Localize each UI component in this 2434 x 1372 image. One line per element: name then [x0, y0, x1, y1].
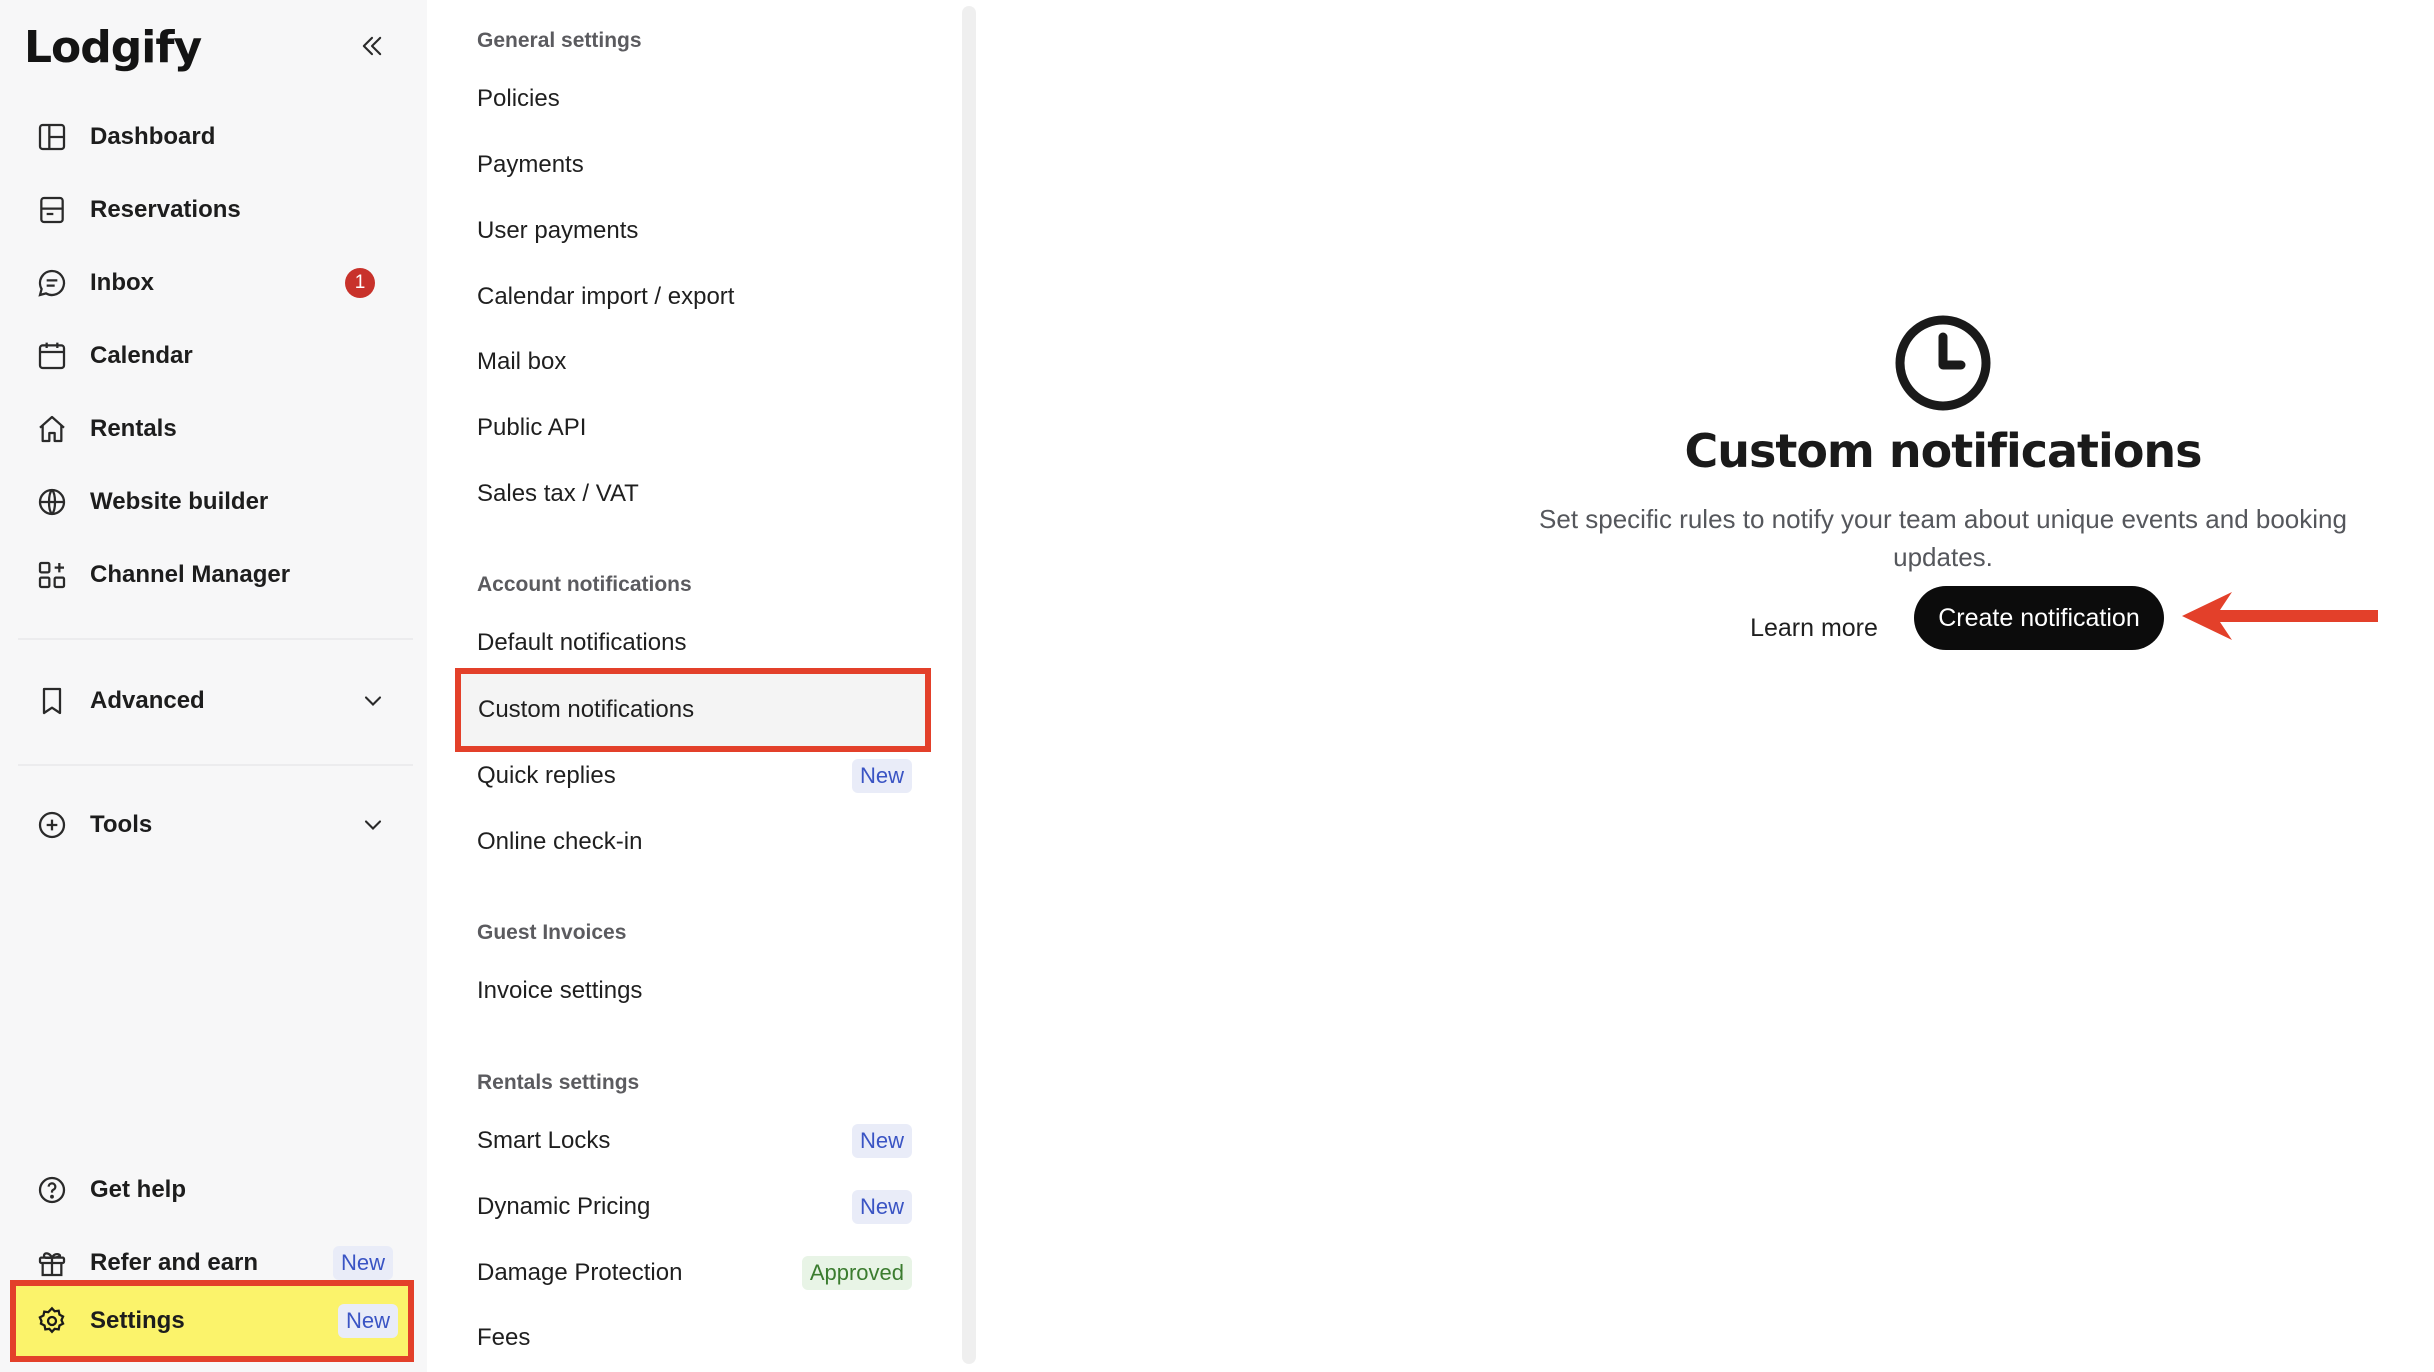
chat-icon [34, 265, 70, 301]
menu-item-label: Online check-in [477, 828, 643, 855]
sidebar-item-channel-manager[interactable]: Channel Manager [20, 546, 405, 604]
sidebar-item-label: Tools [90, 811, 153, 838]
menu-item-label: Damage Protection [477, 1259, 683, 1286]
sidebar-item-refer-and-earn[interactable]: Refer and earn New [20, 1234, 405, 1292]
new-tag: New [337, 1304, 398, 1338]
menu-item-label: Public API [477, 414, 587, 441]
sidebar: Lodgify Dashboard Reservations Inbox 1 C… [0, 0, 427, 1372]
chevron-down-icon [364, 820, 382, 830]
bookmark-icon [34, 683, 70, 719]
sidebar-item-label: Channel Manager [90, 561, 291, 588]
inbox-unread-badge: 1 [345, 268, 375, 298]
menu-item-smart-locks[interactable]: Smart Locks New [460, 1112, 918, 1170]
lodgify-logo[interactable]: Lodgify [24, 22, 202, 73]
create-notification-button[interactable]: Create notification [1914, 586, 2164, 650]
help-icon [34, 1172, 70, 1208]
menu-item-label: Payments [477, 151, 584, 178]
menu-item-calendar-import-export[interactable]: Calendar import / export [460, 268, 918, 326]
menu-item-label: Dynamic Pricing [477, 1193, 651, 1220]
menu-item-label: Custom notifications [478, 696, 695, 723]
sidebar-item-label: Reservations [90, 196, 241, 223]
menu-item-label: Invoice settings [477, 977, 643, 1004]
approved-tag: Approved [801, 1256, 912, 1290]
sidebar-item-tools[interactable]: Tools [20, 796, 405, 854]
menu-item-label: Quick replies [477, 762, 616, 789]
menu-item-label: User payments [477, 217, 639, 244]
page: Lodgify Dashboard Reservations Inbox 1 C… [0, 0, 2434, 1372]
menu-item-label: Default notifications [477, 629, 687, 656]
new-tag: New [851, 759, 912, 793]
sidebar-item-label: Dashboard [90, 123, 216, 150]
menu-item-label: Policies [477, 85, 560, 112]
sidebar-item-inbox[interactable]: Inbox 1 [20, 254, 405, 312]
sidebar-item-label: Refer and earn [90, 1249, 259, 1276]
home-icon [34, 411, 70, 447]
menu-item-label: Calendar import / export [477, 283, 735, 310]
sidebar-item-label: Rentals [90, 415, 177, 442]
chevron-down-icon [364, 696, 382, 706]
sidebar-item-advanced[interactable]: Advanced [20, 672, 405, 730]
sidebar-item-settings[interactable]: Settings New [10, 1280, 414, 1362]
arrow-left-icon [2182, 592, 2378, 640]
menu-item-label: Smart Locks [477, 1127, 611, 1154]
menu-item-dynamic-pricing[interactable]: Dynamic Pricing New [460, 1178, 918, 1236]
section-title-account-notifications: Account notifications [477, 573, 692, 596]
menu-item-payments[interactable]: Payments [460, 136, 918, 194]
section-title-general-settings: General settings [477, 29, 642, 52]
globe-icon [34, 484, 70, 520]
collapse-sidebar-button[interactable] [352, 26, 392, 66]
sidebar-item-label: Advanced [90, 687, 205, 714]
empty-state-description: Set specific rules to notify your team a… [1539, 504, 2347, 572]
new-tag: New [851, 1124, 912, 1158]
dashboard-icon [34, 119, 70, 155]
section-title-guest-invoices: Guest Invoices [477, 921, 627, 944]
sidebar-item-label: Calendar [90, 342, 193, 369]
double-chevron-left-icon [362, 36, 382, 56]
menu-item-sales-tax-vat[interactable]: Sales tax / VAT [460, 465, 918, 523]
empty-state-title: Custom notifications [1684, 424, 2202, 478]
gift-icon [34, 1245, 70, 1281]
menu-item-custom-notifications[interactable]: Custom notifications [455, 668, 931, 752]
clock-icon [1895, 315, 1991, 411]
reservations-icon [34, 192, 70, 228]
sidebar-divider [18, 764, 413, 766]
sidebar-item-get-help[interactable]: Get help [20, 1161, 405, 1219]
menu-item-policies[interactable]: Policies [460, 70, 918, 128]
sidebar-item-label: Inbox [90, 269, 154, 296]
sidebar-item-calendar[interactable]: Calendar [20, 327, 405, 385]
section-title-rentals-settings: Rentals settings [477, 1071, 640, 1094]
sidebar-item-label: Settings [90, 1307, 185, 1334]
menu-item-fees[interactable]: Fees [460, 1309, 918, 1367]
menu-item-quick-replies[interactable]: Quick replies New [460, 747, 918, 805]
sidebar-item-rentals[interactable]: Rentals [20, 400, 405, 458]
menu-item-default-notifications[interactable]: Default notifications [460, 614, 918, 672]
menu-item-label: Sales tax / VAT [477, 480, 639, 507]
settings-menu-scrollbar[interactable] [962, 6, 976, 1364]
menu-item-label: Mail box [477, 348, 567, 375]
menu-item-label: Fees [477, 1324, 531, 1351]
menu-item-public-api[interactable]: Public API [460, 399, 918, 457]
sidebar-divider [18, 638, 413, 640]
plus-circle-icon [34, 807, 70, 843]
gear-icon [34, 1303, 70, 1339]
menu-item-user-payments[interactable]: User payments [460, 202, 918, 260]
new-tag: New [851, 1190, 912, 1224]
sidebar-item-reservations[interactable]: Reservations [20, 181, 405, 239]
menu-item-invoice-settings[interactable]: Invoice settings [460, 962, 918, 1020]
new-tag: New [332, 1246, 393, 1280]
menu-item-online-check-in[interactable]: Online check-in [460, 813, 918, 871]
sidebar-item-label: Website builder [90, 488, 269, 515]
calendar-icon [34, 338, 70, 374]
sidebar-item-website-builder[interactable]: Website builder [20, 473, 405, 531]
grid-plus-icon [34, 557, 70, 593]
learn-more-link[interactable]: Learn more [1734, 600, 1894, 656]
sidebar-item-label: Get help [90, 1176, 187, 1203]
sidebar-item-dashboard[interactable]: Dashboard [20, 108, 405, 166]
menu-item-mail-box[interactable]: Mail box [460, 333, 918, 391]
menu-item-damage-protection[interactable]: Damage Protection Approved [460, 1244, 918, 1302]
